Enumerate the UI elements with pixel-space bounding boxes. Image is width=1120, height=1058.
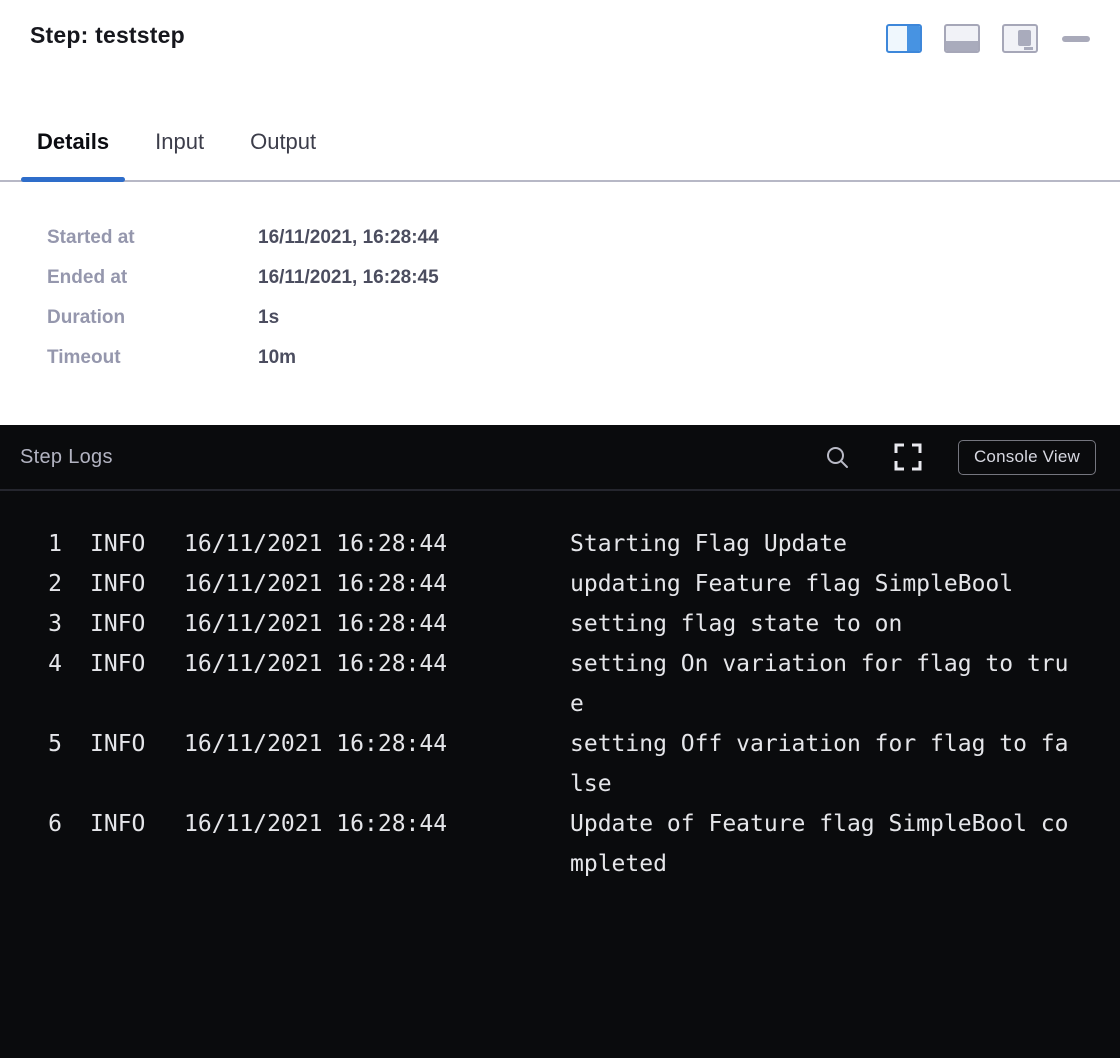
log-message: Update of Feature flag SimpleBool comple… bbox=[570, 804, 1075, 884]
log-message: Starting Flag Update bbox=[570, 524, 1075, 564]
details-section: Started at 16/11/2021, 16:28:44 Ended at… bbox=[0, 182, 1120, 425]
tab-details[interactable]: Details bbox=[21, 104, 125, 180]
log-message: setting flag state to on bbox=[570, 604, 1075, 644]
detail-row-duration: Duration 1s bbox=[47, 298, 1120, 338]
titlebar: Step: teststep bbox=[0, 0, 1120, 53]
log-line-number: 3 bbox=[32, 604, 62, 644]
minimized-view-dash bbox=[1024, 47, 1033, 50]
detail-row-timeout: Timeout 10m bbox=[47, 338, 1120, 378]
expand-icon-glyph bbox=[894, 443, 922, 471]
log-level: INFO bbox=[90, 604, 148, 644]
log-row: 2 INFO 16/11/2021 16:28:44 updating Feat… bbox=[32, 564, 1096, 604]
minimized-view-icon[interactable] bbox=[1002, 24, 1038, 53]
detail-label: Started at bbox=[47, 227, 258, 249]
log-timestamp: 16/11/2021 16:28:44 bbox=[184, 604, 448, 644]
log-line-number: 4 bbox=[32, 644, 62, 684]
log-message: updating Feature flag SimpleBool bbox=[570, 564, 1075, 604]
detail-label: Ended at bbox=[47, 267, 258, 289]
log-line-number: 1 bbox=[32, 524, 62, 564]
log-level: INFO bbox=[90, 644, 148, 684]
log-level: INFO bbox=[90, 804, 148, 844]
minimized-view-rect bbox=[1018, 30, 1031, 46]
detail-label: Duration bbox=[47, 307, 258, 329]
layout-controls bbox=[886, 22, 1090, 53]
step-logs-header: Step Logs Console View bbox=[0, 425, 1120, 491]
step-logs-actions: Console View bbox=[825, 440, 1096, 475]
log-level: INFO bbox=[90, 564, 148, 604]
log-message: setting Off variation for flag to false bbox=[570, 724, 1075, 804]
log-row: 1 INFO 16/11/2021 16:28:44 Starting Flag… bbox=[32, 524, 1096, 564]
log-row: 3 INFO 16/11/2021 16:28:44 setting flag … bbox=[32, 604, 1096, 644]
page-title: Step: teststep bbox=[30, 22, 185, 49]
detail-value: 1s bbox=[258, 307, 279, 329]
bottom-split-fill bbox=[946, 41, 978, 51]
log-timestamp: 16/11/2021 16:28:44 bbox=[184, 724, 448, 764]
detail-row-ended-at: Ended at 16/11/2021, 16:28:45 bbox=[47, 258, 1120, 298]
search-icon-glyph bbox=[825, 445, 850, 470]
log-timestamp: 16/11/2021 16:28:44 bbox=[184, 804, 448, 844]
tab-input[interactable]: Input bbox=[139, 104, 220, 180]
right-split-fill bbox=[907, 26, 920, 51]
log-timestamp: 16/11/2021 16:28:44 bbox=[184, 644, 448, 684]
log-row: 5 INFO 16/11/2021 16:28:44 setting Off v… bbox=[32, 724, 1096, 804]
console-view-button[interactable]: Console View bbox=[958, 440, 1096, 475]
right-split-view-icon[interactable] bbox=[886, 24, 922, 53]
search-icon[interactable] bbox=[825, 445, 850, 470]
detail-label: Timeout bbox=[47, 347, 258, 369]
detail-value: 16/11/2021, 16:28:45 bbox=[258, 267, 439, 289]
tab-output[interactable]: Output bbox=[234, 104, 332, 180]
log-level: INFO bbox=[90, 524, 148, 564]
log-row: 6 INFO 16/11/2021 16:28:44 Update of Fea… bbox=[32, 804, 1096, 884]
step-logs-title: Step Logs bbox=[20, 446, 113, 469]
log-line-number: 2 bbox=[32, 564, 62, 604]
log-timestamp: 16/11/2021 16:28:44 bbox=[184, 564, 448, 604]
log-message: setting On variation for flag to true bbox=[570, 644, 1075, 724]
detail-row-started-at: Started at 16/11/2021, 16:28:44 bbox=[47, 218, 1120, 258]
minimize-icon[interactable] bbox=[1062, 36, 1090, 42]
detail-value: 16/11/2021, 16:28:44 bbox=[258, 227, 439, 249]
log-line-number: 6 bbox=[32, 804, 62, 844]
step-logs-panel: Step Logs Console View 1 INFO bbox=[0, 425, 1120, 1058]
log-row: 4 INFO 16/11/2021 16:28:44 setting On va… bbox=[32, 644, 1096, 724]
log-level: INFO bbox=[90, 724, 148, 764]
bottom-split-view-icon[interactable] bbox=[944, 24, 980, 53]
step-logs-body: 1 INFO 16/11/2021 16:28:44 Starting Flag… bbox=[0, 491, 1120, 1058]
expand-fullscreen-icon[interactable] bbox=[894, 443, 922, 471]
log-timestamp: 16/11/2021 16:28:44 bbox=[184, 524, 448, 564]
log-line-number: 5 bbox=[32, 724, 62, 764]
tab-bar: Details Input Output bbox=[0, 104, 1120, 182]
detail-value: 10m bbox=[258, 347, 296, 369]
